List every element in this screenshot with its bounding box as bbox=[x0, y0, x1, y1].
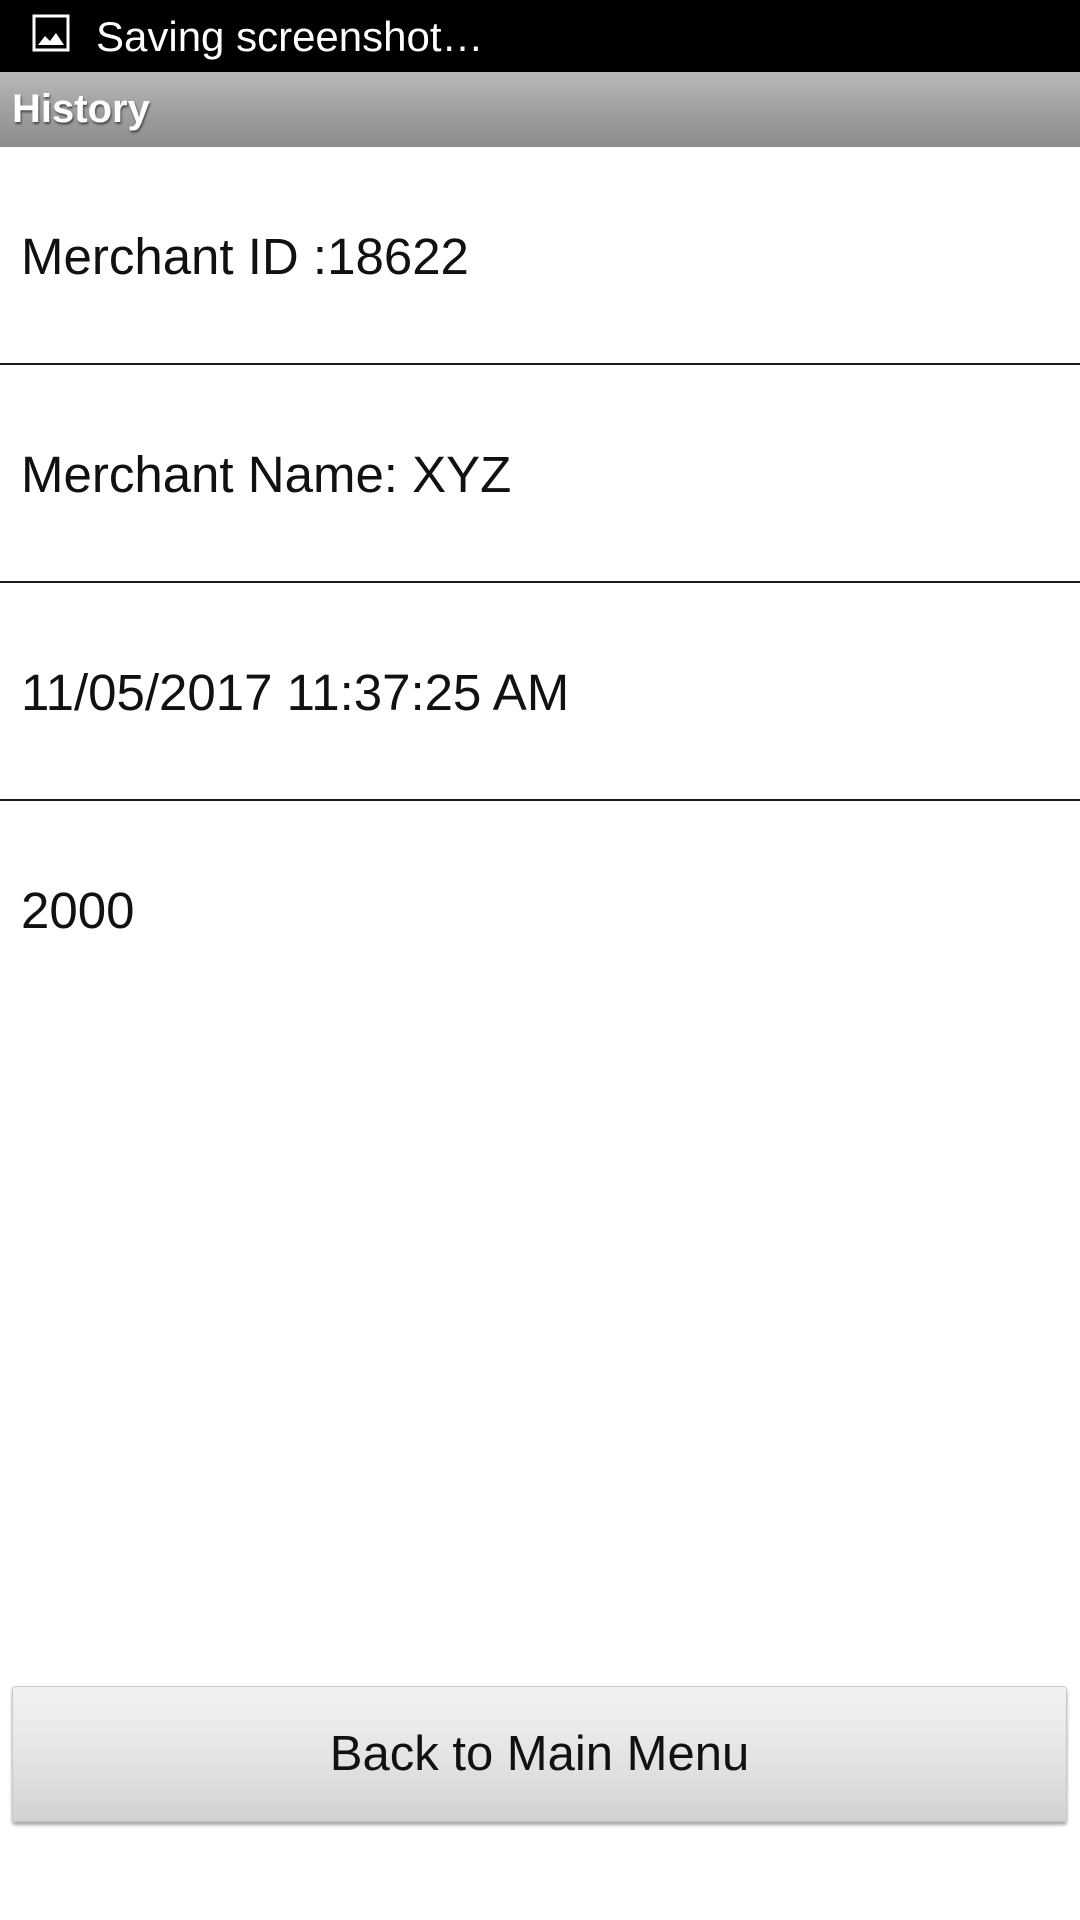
transaction-datetime-text: 11/05/2017 11:37:25 AM bbox=[21, 664, 570, 721]
merchant-name-text: Merchant Name: XYZ bbox=[21, 446, 512, 503]
status-notification-text: Saving screenshot… bbox=[96, 13, 484, 60]
merchant-name-row: Merchant Name: XYZ bbox=[0, 365, 1080, 583]
datetime-row: 11/05/2017 11:37:25 AM bbox=[0, 583, 1080, 801]
history-details-list: Merchant ID :18622 Merchant Name: XYZ 11… bbox=[0, 147, 1080, 1017]
history-screen: Saving screenshot… History Merchant ID :… bbox=[0, 0, 1080, 1920]
merchant-id-text: Merchant ID :18622 bbox=[21, 228, 469, 285]
title-bar: History bbox=[0, 72, 1080, 147]
transaction-amount-text: 2000 bbox=[21, 882, 135, 939]
back-button-label: Back to Main Menu bbox=[329, 1727, 750, 1781]
page-title: History bbox=[12, 87, 150, 131]
image-icon bbox=[32, 14, 70, 52]
merchant-id-row: Merchant ID :18622 bbox=[0, 147, 1080, 365]
back-to-main-menu-button[interactable]: Back to Main Menu bbox=[12, 1686, 1067, 1822]
amount-row: 2000 bbox=[0, 801, 1080, 1017]
status-bar: Saving screenshot… bbox=[0, 0, 1080, 72]
